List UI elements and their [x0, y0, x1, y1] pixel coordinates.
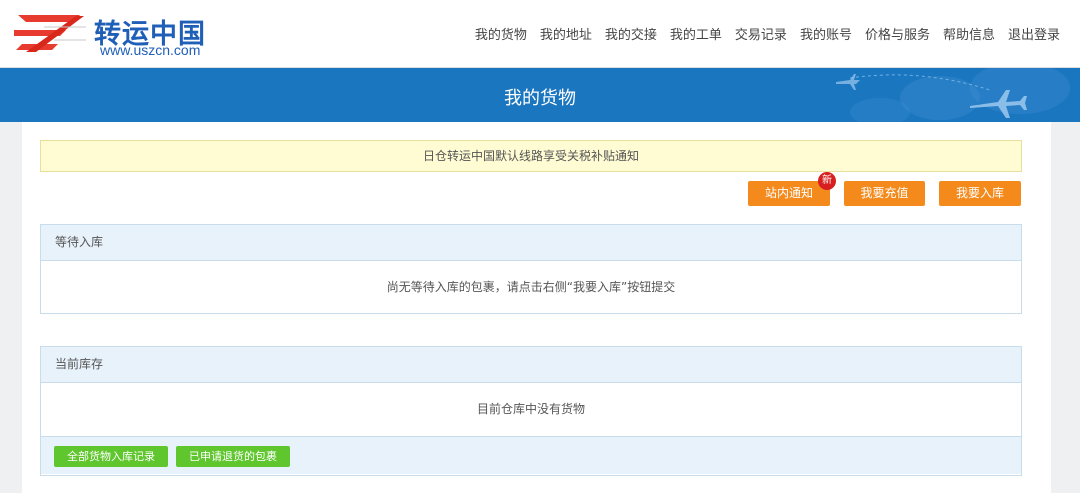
pending-panel-title: 等待入库 [41, 225, 1021, 261]
logo-url: www.uszcn.com [100, 42, 201, 58]
nav-my-address[interactable]: 我的地址 [540, 24, 592, 43]
new-badge: 新 [818, 172, 836, 190]
nav-help[interactable]: 帮助信息 [943, 24, 995, 43]
all-inbound-records-button[interactable]: 全部货物入库记录 [54, 446, 168, 467]
nav-pricing[interactable]: 价格与服务 [865, 24, 930, 43]
site-logo[interactable]: 转运中国 www.uszcn.com [14, 10, 214, 60]
site-header: 转运中国 www.uszcn.com 我的货物 我的地址 我的交接 我的工单 交… [0, 0, 1080, 68]
returned-packages-button[interactable]: 已申请退货的包裹 [176, 446, 290, 467]
site-notification-label: 站内通知 [764, 186, 813, 200]
notice-banner[interactable]: 日仓转运中国默认线路享受关税补贴通知 [40, 140, 1022, 172]
stock-panel-footer: 全部货物入库记录 已申请退货的包裹 [41, 436, 1021, 474]
stock-panel-title: 当前库存 [41, 347, 1021, 383]
recharge-button[interactable]: 我要充值 [844, 181, 925, 206]
stock-panel: 当前库存 目前仓库中没有货物 全部货物入库记录 已申请退货的包裹 [40, 346, 1022, 476]
main-content: 日仓转运中国默认线路享受关税补贴通知 站内通知 新 我要充值 我要入库 等待入库… [22, 122, 1051, 493]
nav-my-handover[interactable]: 我的交接 [605, 24, 657, 43]
nav-logout[interactable]: 退出登录 [1008, 24, 1060, 43]
pending-panel: 等待入库 尚无等待入库的包裹，请点击右侧“我要入库”按钮提交 [40, 224, 1022, 314]
nav-transactions[interactable]: 交易记录 [735, 24, 787, 43]
nav-my-account[interactable]: 我的账号 [800, 24, 852, 43]
logo-z-icon [14, 15, 86, 52]
page-banner: 我的货物 [0, 68, 1080, 122]
stock-empty-text: 目前仓库中没有货物 [476, 402, 585, 416]
nav-my-goods[interactable]: 我的货物 [475, 24, 527, 43]
pending-empty-text: 尚无等待入库的包裹，请点击右侧“我要入库”按钮提交 [386, 280, 676, 294]
inbound-button[interactable]: 我要入库 [939, 181, 1021, 206]
main-nav: 我的货物 我的地址 我的交接 我的工单 交易记录 我的账号 价格与服务 帮助信息… [475, 24, 1060, 43]
site-notification-button[interactable]: 站内通知 新 [748, 172, 836, 206]
nav-my-tickets[interactable]: 我的工单 [670, 24, 722, 43]
page-title: 我的货物 [504, 88, 576, 109]
